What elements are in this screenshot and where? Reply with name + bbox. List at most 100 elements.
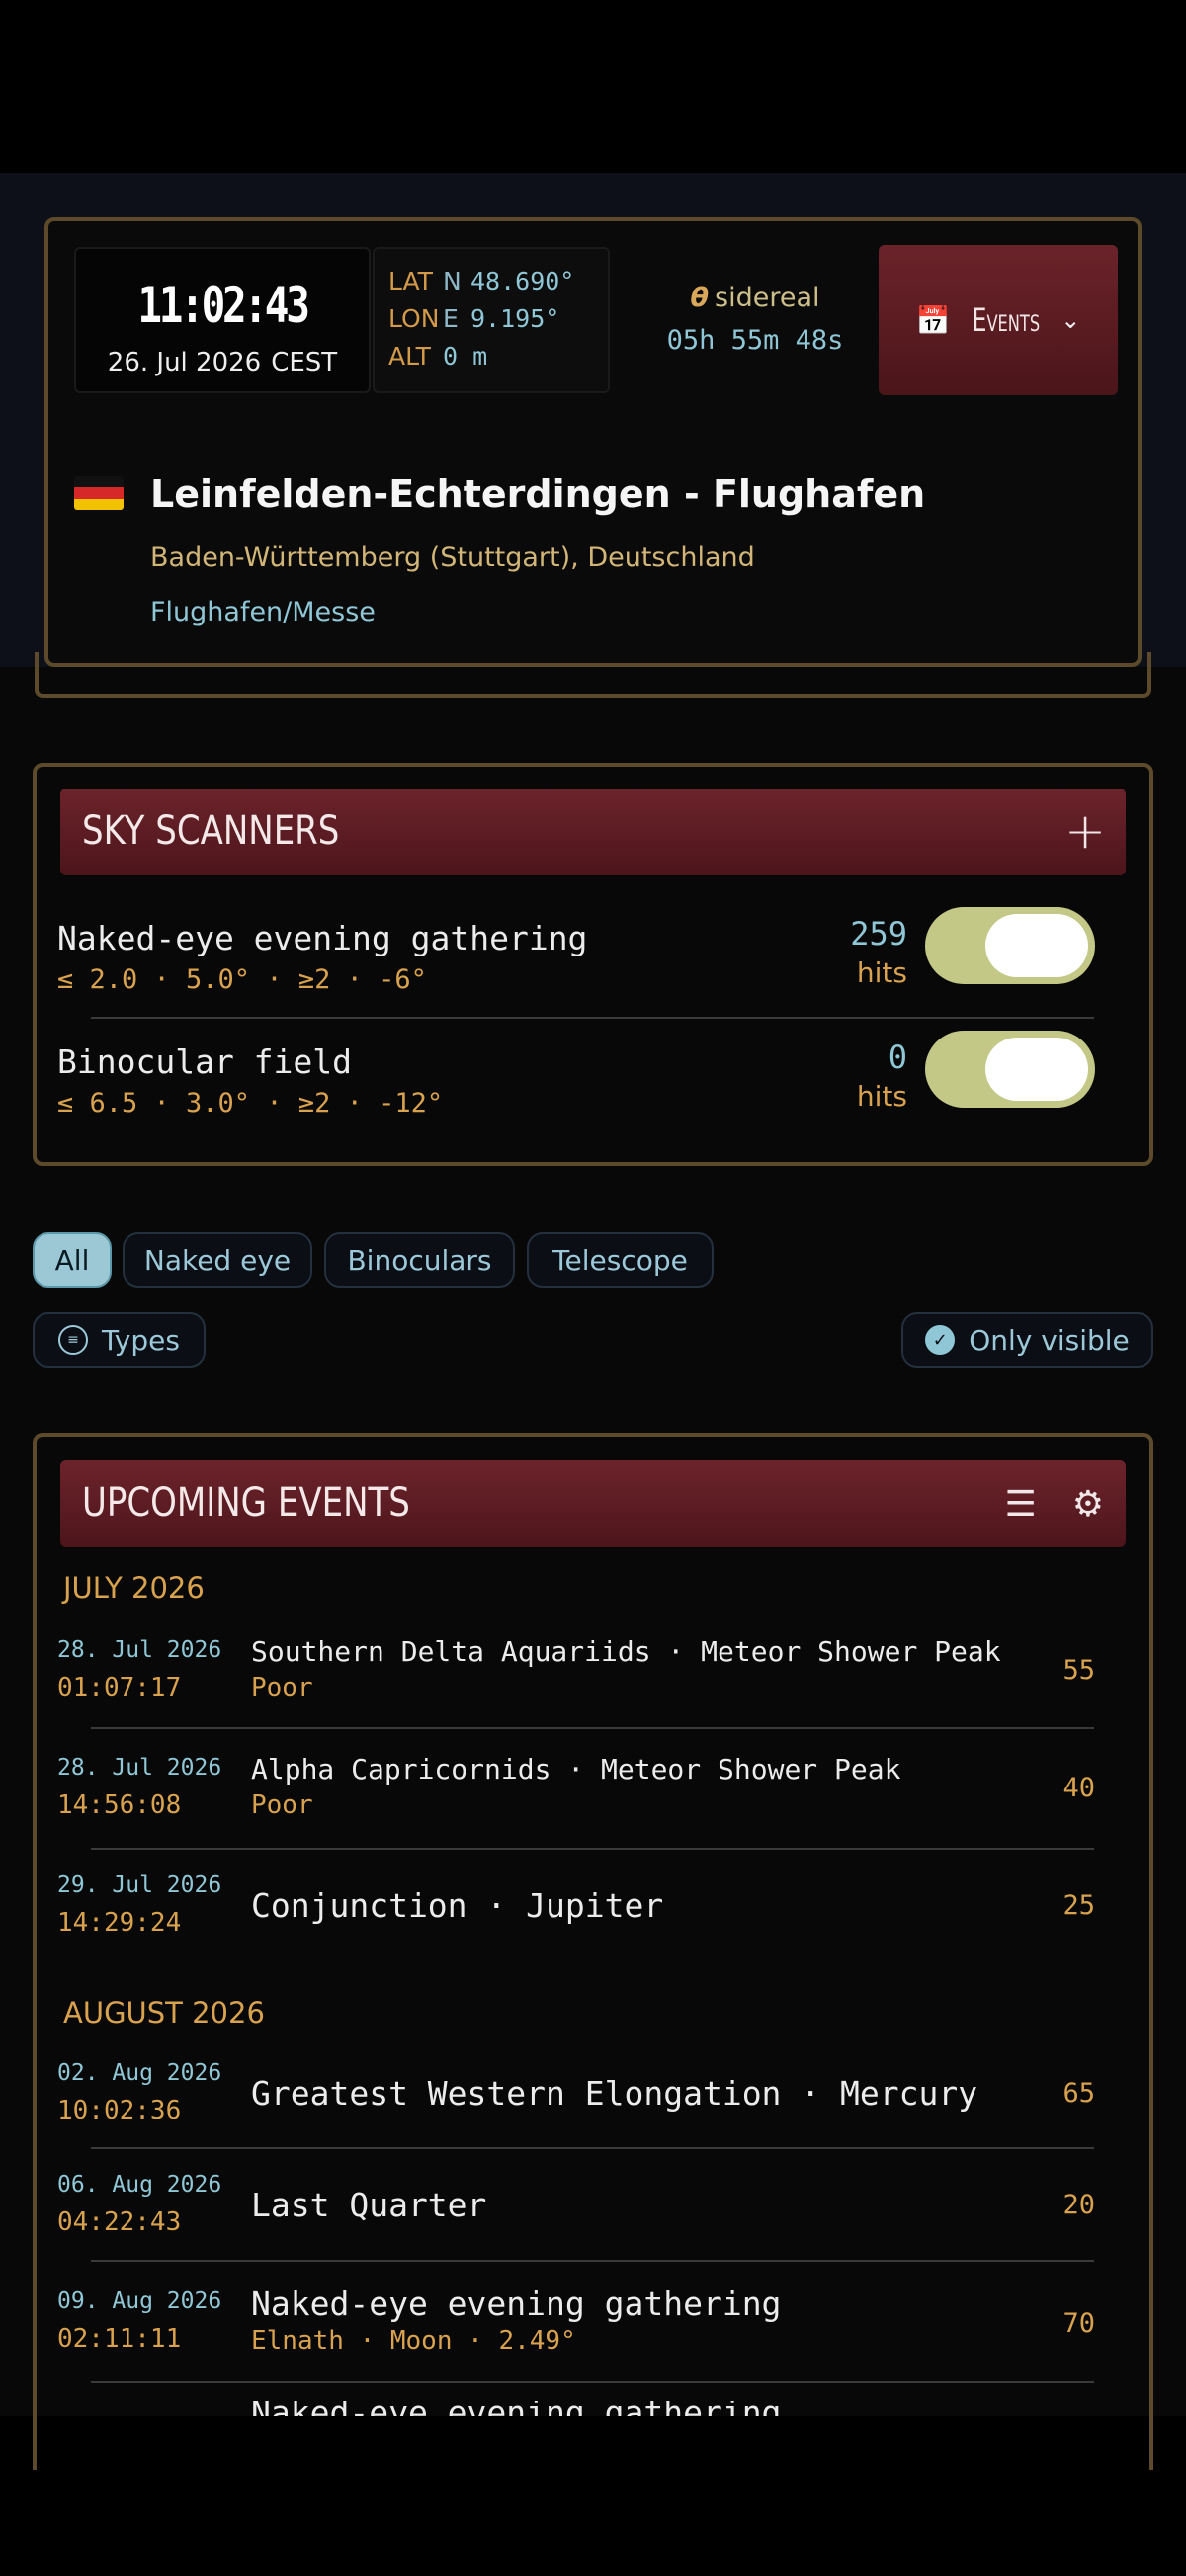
- alt-value: 0 m: [443, 342, 488, 371]
- hits-label: hits: [856, 1080, 907, 1113]
- location-detail: Flughafen/Messe: [150, 597, 376, 627]
- event-subtitle: Poor: [251, 1673, 313, 1703]
- lat-value: 48.690°: [470, 267, 575, 295]
- event-row[interactable]: 02. Aug 2026 10:02:36 Greatest Western E…: [57, 2058, 1095, 2137]
- sidereal-label: sidereal: [715, 283, 820, 313]
- hits-label: hits: [856, 956, 907, 989]
- event-date: 28. Jul 2026: [57, 1637, 222, 1663]
- scanner-row[interactable]: Binocular field ≤ 6.5 · 3.0° · ≥2 · -12°…: [57, 1031, 1095, 1161]
- divider: [91, 2381, 1094, 2383]
- scanner-name: Binocular field: [57, 1042, 353, 1081]
- event-subtitle: Poor: [251, 1790, 313, 1820]
- event-row[interactable]: 29. Jul 2026 14:29:24 Conjunction · Jupi…: [57, 1870, 1095, 1950]
- divider: [91, 1727, 1094, 1729]
- hits-count: 259: [850, 915, 907, 953]
- add-scanner-icon[interactable]: +: [1064, 802, 1106, 860]
- event-time: 14:56:08: [57, 1790, 182, 1820]
- event-date: 28. Jul 2026: [57, 1755, 222, 1781]
- event-time: 14:29:24: [57, 1908, 182, 1938]
- event-row[interactable]: 06. Aug 2026 04:22:43 Last Quarter 20: [57, 2170, 1095, 2249]
- event-title: Naked-eye evening gathering: [251, 2285, 782, 2323]
- event-title: Southern Delta Aquariids · Meteor Shower…: [251, 1635, 1001, 1668]
- tab-all[interactable]: All: [33, 1232, 112, 1288]
- only-visible-label: Only visible: [969, 1323, 1130, 1357]
- location-header-card: 11:02:43 26. Jul 2026 CEST LAT N 48.690° …: [44, 217, 1142, 667]
- event-score: 40: [1062, 1773, 1095, 1803]
- sky-scanners-header: SKY SCANNERS +: [60, 789, 1126, 875]
- scanner-params: ≤ 2.0 · 5.0° · ≥2 · -6°: [57, 964, 427, 995]
- event-title: Greatest Western Elongation · Mercury: [251, 2074, 978, 2113]
- check-icon: ✓: [925, 1325, 956, 1355]
- event-title: Naked-eye evening gathering: [251, 2401, 781, 2416]
- status-bar-area: [0, 0, 1186, 173]
- scanner-name: Naked-eye evening gathering: [57, 919, 588, 957]
- divider: [91, 1017, 1094, 1019]
- divider: [91, 1848, 1094, 1850]
- lon-value: 9.195°: [470, 304, 560, 333]
- event-date: 06. Aug 2026: [57, 2172, 222, 2198]
- only-visible-toggle[interactable]: ✓ Only visible: [901, 1312, 1153, 1368]
- alt-label: ALT: [388, 342, 431, 371]
- event-date: 09. Aug 2026: [57, 2288, 222, 2314]
- clock-panel: 11:02:43 26. Jul 2026 CEST: [74, 247, 371, 393]
- types-label: Types: [102, 1323, 180, 1357]
- event-title: Last Quarter: [251, 2186, 487, 2224]
- scanner-params: ≤ 6.5 · 3.0° · ≥2 · -12°: [57, 1088, 444, 1119]
- gear-icon[interactable]: ⚙: [1072, 1484, 1104, 1525]
- chevron-down-icon: ⌄: [1060, 306, 1081, 334]
- location-title[interactable]: Leinfelden-Echterdingen - Flughafen: [150, 472, 925, 516]
- lat-label: LAT: [388, 267, 433, 295]
- divider: [91, 2147, 1094, 2149]
- scanner-toggle[interactable]: [925, 1031, 1095, 1108]
- location-region: Baden-Württemberg (Stuttgart), Deutschla…: [150, 542, 755, 573]
- event-title: Conjunction · Jupiter: [251, 1886, 664, 1925]
- lon-hemisphere: E: [443, 304, 459, 333]
- month-heading: JULY 2026: [63, 1571, 205, 1605]
- sliders-icon[interactable]: ☰: [1004, 1484, 1036, 1525]
- sidereal-time: θ sidereal 05h 55m 48s: [636, 283, 874, 356]
- tab-binoculars[interactable]: Binoculars: [324, 1232, 515, 1288]
- upcoming-events-header: UPCOMING EVENTS ☰ ⚙: [60, 1460, 1126, 1547]
- event-score: 25: [1062, 1890, 1095, 1921]
- event-score: 20: [1062, 2190, 1095, 2220]
- events-menu-button[interactable]: 📅 Events ⌄: [879, 245, 1118, 395]
- event-date: 02. Aug 2026: [57, 2060, 222, 2086]
- altitude-row: ALT 0 m: [388, 342, 608, 379]
- longitude-row: LON E 9.195°: [388, 304, 608, 342]
- lon-label: LON: [388, 304, 440, 333]
- scanner-row[interactable]: Naked-eye evening gathering ≤ 2.0 · 5.0°…: [57, 907, 1095, 1038]
- event-date: 29. Jul 2026: [57, 1872, 222, 1898]
- clock-date: 26. Jul 2026 CEST: [76, 348, 369, 377]
- event-time: 02:11:11: [57, 2324, 182, 2354]
- scanner-toggle[interactable]: [925, 907, 1095, 984]
- germany-flag-icon: [74, 476, 124, 510]
- scanner-hits: 0 hits: [857, 1039, 907, 1113]
- clock-time: 11:02:43: [137, 277, 310, 334]
- event-row[interactable]: 09. Aug 2026 02:11:11 Naked-eye evening …: [57, 2285, 1095, 2370]
- latitude-row: LAT N 48.690°: [388, 267, 608, 304]
- event-row[interactable]: 28. Jul 2026 01:07:17 Southern Delta Aqu…: [57, 1635, 1095, 1714]
- sky-scanners-title: SKY SCANNERS: [82, 808, 340, 854]
- scanner-hits: 259 hits: [850, 915, 907, 989]
- divider: [91, 2260, 1094, 2262]
- hits-count: 0: [888, 1039, 907, 1076]
- event-title: Alpha Capricornids · Meteor Shower Peak: [251, 1753, 901, 1786]
- upcoming-events-title: UPCOMING EVENTS: [82, 1480, 410, 1526]
- types-filter-button[interactable]: ≡ Types: [33, 1312, 206, 1368]
- date-text: 26. Jul 2026: [107, 348, 262, 377]
- coordinates-panel: LAT N 48.690° LON E 9.195° ALT 0 m: [373, 247, 610, 393]
- event-subtitle: Elnath · Moon · 2.49°: [251, 2326, 576, 2356]
- event-score: 65: [1062, 2078, 1095, 2109]
- event-time: 04:22:43: [57, 2207, 182, 2237]
- sidereal-value: 05h 55m 48s: [666, 325, 844, 356]
- tab-naked-eye[interactable]: Naked eye: [123, 1232, 312, 1288]
- timezone-text: CEST: [271, 348, 338, 377]
- event-time: 01:07:17: [57, 1673, 182, 1703]
- event-row[interactable]: 28. Jul 2026 14:56:08 Alpha Capricornids…: [57, 1753, 1095, 1832]
- theta-icon: θ: [690, 283, 710, 313]
- tab-telescope[interactable]: Telescope: [527, 1232, 714, 1288]
- event-time: 10:02:36: [57, 2096, 182, 2125]
- lat-hemisphere: N: [443, 267, 462, 295]
- event-score: 55: [1062, 1655, 1095, 1686]
- event-row-partial[interactable]: Naked-eye evening gathering: [57, 2401, 1095, 2416]
